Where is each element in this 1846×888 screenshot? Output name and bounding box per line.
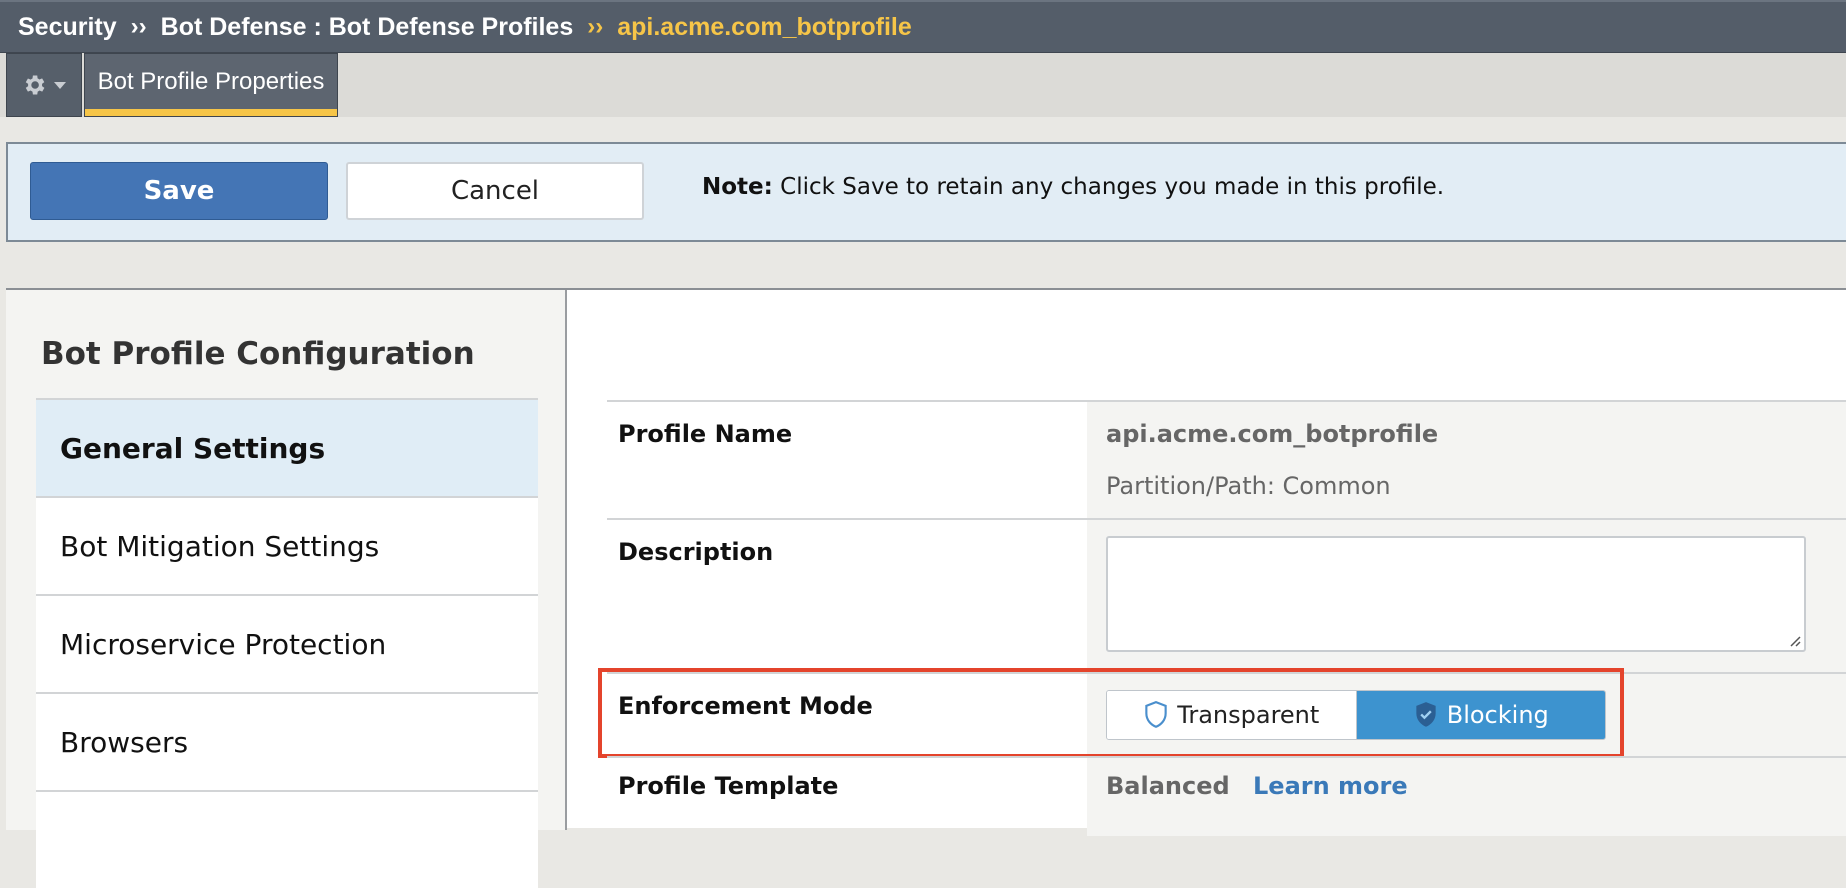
sidebar: Bot Profile Configuration General Settin… xyxy=(6,290,567,888)
resize-handle-icon[interactable] xyxy=(1787,633,1801,647)
main-panel: Bot Profile Configuration General Settin… xyxy=(6,288,1846,888)
description-textarea[interactable] xyxy=(1106,536,1806,652)
description-row: Description xyxy=(607,518,1846,672)
transparent-label: Transparent xyxy=(1177,701,1320,729)
sidebar-item-next[interactable] xyxy=(36,790,538,888)
cancel-button[interactable]: Cancel xyxy=(346,162,644,220)
tab-bar: Bot Profile Properties xyxy=(0,53,1846,117)
learn-more-link[interactable]: Learn more xyxy=(1253,772,1408,800)
profile-name-label: Profile Name xyxy=(618,420,793,448)
gear-icon xyxy=(25,75,45,95)
sidebar-item-bot-mitigation-settings[interactable]: Bot Mitigation Settings xyxy=(36,496,538,594)
shield-icon xyxy=(1145,700,1167,728)
profile-template-value: Balanced xyxy=(1106,772,1230,800)
sidebar-item-microservice-protection[interactable]: Microservice Protection xyxy=(36,594,538,692)
sidebar-nav: General Settings Bot Mitigation Settings… xyxy=(36,398,538,888)
enforcement-mode-label: Enforcement Mode xyxy=(618,692,873,720)
save-note: Note: Click Save to retain any changes y… xyxy=(702,174,1444,200)
blocking-label: Blocking xyxy=(1446,701,1549,729)
action-bar: Save Cancel Note: Click Save to retain a… xyxy=(6,142,1846,242)
blocking-option[interactable]: Blocking xyxy=(1356,691,1605,739)
sidebar-title: Bot Profile Configuration xyxy=(41,336,475,372)
note-label: Note: xyxy=(702,174,773,200)
partition-path: Partition/Path: Common xyxy=(1106,472,1391,500)
sidebar-item-general-settings[interactable]: General Settings xyxy=(36,398,538,496)
active-tab-indicator xyxy=(85,109,337,116)
sidebar-item-browsers[interactable]: Browsers xyxy=(36,692,538,790)
save-button[interactable]: Save xyxy=(30,162,328,220)
breadcrumb-current: api.acme.com_botprofile xyxy=(617,12,912,41)
breadcrumb: Security ›› Bot Defense : Bot Defense Pr… xyxy=(0,0,1846,53)
transparent-option[interactable]: Transparent xyxy=(1107,691,1357,739)
note-text: Click Save to retain any changes you mad… xyxy=(772,174,1445,200)
profile-template-row: Profile Template Balanced Learn more xyxy=(607,756,1846,836)
profile-template-label: Profile Template xyxy=(618,772,839,800)
enforcement-mode-toggle: Transparent Blocking xyxy=(1106,690,1606,740)
tab-bot-profile-properties[interactable]: Bot Profile Properties xyxy=(84,53,338,117)
description-label: Description xyxy=(618,538,774,566)
breadcrumb-item-security[interactable]: Security xyxy=(18,13,117,42)
profile-name-row: Profile Name api.acme.com_botprofile Par… xyxy=(607,400,1846,518)
shield-check-icon xyxy=(1416,702,1436,727)
breadcrumb-item-bot-defense-profiles[interactable]: Bot Defense : Bot Defense Profiles xyxy=(161,13,574,42)
chevron-down-icon xyxy=(54,82,66,89)
breadcrumb-separator: ›› xyxy=(130,13,147,40)
tab-label: Bot Profile Properties xyxy=(97,68,325,95)
gear-menu-button[interactable] xyxy=(6,53,82,117)
enforcement-mode-row: Enforcement Mode Transparent Blocking xyxy=(598,668,1846,758)
profile-name-value: api.acme.com_botprofile xyxy=(1106,420,1439,448)
breadcrumb-separator: ›› xyxy=(587,13,604,40)
